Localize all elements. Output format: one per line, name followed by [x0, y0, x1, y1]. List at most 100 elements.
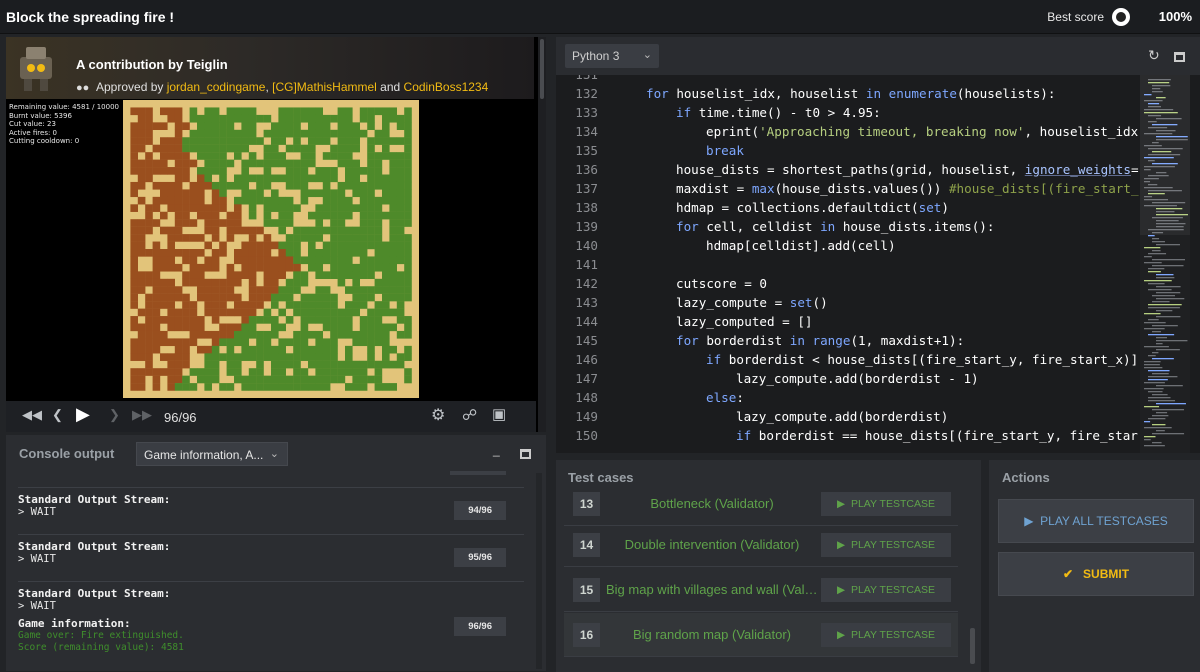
line-number: 149 — [575, 409, 598, 424]
settings-gear-icon[interactable]: ⚙ — [431, 405, 445, 425]
test-case-number: 13 — [573, 492, 600, 516]
best-score-value: 100% — [1158, 9, 1192, 24]
minimap-viewport[interactable] — [1140, 75, 1190, 235]
code-line[interactable]: 135 break — [556, 141, 1140, 160]
play-testcase-button[interactable]: ▶ PLAY TESTCASE — [821, 533, 951, 557]
test-case-name: Big random map (Validator) — [633, 627, 791, 642]
test-cases-scrollbar[interactable] — [970, 628, 975, 664]
rewind-icon[interactable]: ◀◀ — [22, 407, 42, 423]
console-entry-title: Standard Output Stream: — [18, 493, 171, 506]
console-scrollbar[interactable] — [536, 473, 542, 669]
approved-separator: and — [376, 80, 404, 94]
test-case-row[interactable]: 13 Bottleneck (Validator) ▶ PLAY TESTCAS… — [564, 482, 958, 526]
code-text: eprint('Approaching timeout, breaking no… — [706, 124, 1139, 139]
play-testcase-button[interactable]: ▶ PLAY TESTCASE — [821, 492, 951, 516]
code-line[interactable]: 148 else: — [556, 388, 1140, 407]
test-case-row[interactable]: 14 Double intervention (Validator) ▶ PLA… — [564, 523, 958, 567]
code-text: lazy_computed = [] — [676, 314, 813, 329]
step-back-icon[interactable]: ❮ — [52, 407, 63, 423]
chevron-down-icon: ⌄ — [269, 448, 279, 460]
top-bar: Block the spreading fire ! Best score 10… — [0, 0, 1200, 34]
code-line[interactable]: 140 hdmap[celldist].add(cell) — [556, 236, 1140, 255]
approver-link[interactable]: jordan_codingame — [167, 80, 266, 94]
console-entry-output: > WAIT — [18, 600, 56, 612]
play-icon[interactable]: ▶ — [76, 404, 90, 425]
code-line[interactable]: 149 lazy_compute.add(borderdist) — [556, 407, 1140, 426]
code-text: lazy_compute.add(borderdist) — [736, 409, 949, 424]
code-line[interactable]: 137 maxdist = max(house_dists.values()) #… — [556, 179, 1140, 198]
stat-cut-value: Cut value: 23 — [9, 120, 56, 128]
code-text: for cell, celldist in house_dists.items(… — [676, 219, 995, 234]
code-line[interactable]: 138 hdmap = collections.defaultdict(set) — [556, 198, 1140, 217]
console-filter-select[interactable]: Game information, A... ⌄ — [136, 442, 288, 466]
console-entry-output: > WAIT — [18, 506, 56, 518]
code-line[interactable]: 136 house_dists = shortest_paths(grid, ho… — [556, 160, 1140, 179]
stat-active-fires: Active fires: 0 — [9, 128, 58, 137]
code-text: else: — [706, 390, 744, 405]
code-line[interactable]: 134 eprint('Approaching timeout, breaking… — [556, 122, 1140, 141]
code-line[interactable]: 144 lazy_computed = [] — [556, 312, 1140, 331]
submit-button[interactable]: ✔ SUBMIT — [998, 552, 1194, 596]
code-line[interactable]: 143 lazy_compute = set() — [556, 293, 1140, 312]
step-forward-icon[interactable]: ❯ — [109, 407, 120, 423]
reset-code-icon[interactable]: ↻ — [1148, 47, 1160, 64]
code-line[interactable]: 131 — [556, 75, 1140, 84]
code-line[interactable]: 139 for cell, celldist in house_dists.ite… — [556, 217, 1140, 236]
line-number: 134 — [575, 124, 598, 139]
code-line[interactable]: 142 cutscore = 0 — [556, 274, 1140, 293]
code-line[interactable]: 150 if borderdist == house_dists[(fire_st… — [556, 426, 1140, 445]
game-information-line: Score (remaining value): 4581 — [18, 642, 184, 653]
play-testcase-label: PLAY TESTCASE — [850, 629, 935, 641]
fire-map — [123, 100, 419, 398]
code-text: cutscore = 0 — [676, 276, 767, 291]
line-number: 148 — [575, 390, 598, 405]
code-text: if borderdist == house_dists[(fire_start… — [736, 428, 1138, 443]
play-testcase-button[interactable]: ▶ PLAY TESTCASE — [821, 578, 951, 602]
line-number: 146 — [575, 352, 598, 367]
approver-link[interactable]: CodinBoss1234 — [404, 80, 489, 94]
test-case-row-selected[interactable]: 16 Big random map (Validator) ▶ PLAY TES… — [564, 613, 958, 657]
code-line[interactable]: 133 if time.time() - t0 > 4.95: — [556, 103, 1140, 122]
fast-forward-icon[interactable]: ▶▶ — [132, 407, 152, 423]
people-icon: ●● — [76, 82, 90, 94]
console-entry: Standard Output Stream: > WAIT Game info… — [18, 581, 524, 671]
play-testcase-button[interactable]: ▶ PLAY TESTCASE — [821, 623, 951, 647]
console-entry-title: Standard Output Stream: — [18, 540, 171, 553]
code-line[interactable]: 146 if borderdist < house_dists[(fire_sta… — [556, 350, 1140, 369]
console-panel: Console output Game information, A... ⌄ … — [6, 435, 546, 671]
viewer-scrollbar[interactable] — [538, 37, 546, 432]
test-case-name: Big map with villages and wall (Vali... — [606, 582, 818, 597]
code-area[interactable]: 131 132 for houselist_idx, houselist in en… — [556, 75, 1140, 453]
console-entry-partial — [18, 471, 524, 487]
stat-remaining-value: Remaining value: 4581 / 10000 — [9, 103, 119, 111]
game-viewer: A contribution by Teiglin ●● Approved by … — [6, 37, 546, 432]
code-line[interactable]: 132 for houselist_idx, houselist in enume… — [556, 84, 1140, 103]
share-icon[interactable]: ☍ — [462, 406, 477, 424]
score-pie-icon — [1112, 8, 1130, 26]
minimize-icon[interactable]: _ — [493, 443, 500, 457]
line-number: 147 — [575, 371, 598, 386]
code-line[interactable]: 145 for borderdist in range(1, maxdist+1)… — [556, 331, 1140, 350]
code-text: hdmap = collections.defaultdict(set) — [676, 200, 949, 215]
actions-label: Actions — [1002, 470, 1050, 485]
line-number: 133 — [575, 105, 598, 120]
language-select[interactable]: Python 3 ⌄ — [565, 44, 659, 68]
code-minimap[interactable] — [1140, 75, 1190, 453]
line-number: 150 — [575, 428, 598, 443]
maximize-icon[interactable] — [1174, 52, 1185, 62]
code-line[interactable]: 141 — [556, 255, 1140, 274]
play-all-testcases-button[interactable]: ▶ PLAY ALL TESTCASES — [998, 499, 1194, 543]
maximize-icon[interactable] — [520, 449, 531, 459]
console-entry: Standard Output Stream: > WAIT 95/96 — [18, 534, 524, 581]
puzzle-title: Block the spreading fire ! — [6, 9, 175, 25]
code-text: for houselist_idx, houselist in enumerat… — [646, 86, 1056, 101]
fullscreen-icon[interactable]: ▣ — [492, 405, 506, 423]
line-number: 135 — [575, 143, 598, 158]
console-label: Console output — [19, 446, 115, 461]
code-line[interactable]: 147 lazy_compute.add(borderdist - 1) — [556, 369, 1140, 388]
test-case-row[interactable]: 15 Big map with villages and wall (Vali.… — [564, 568, 958, 612]
test-cases-panel: Test cases 13 Bottleneck (Validator) ▶ P… — [556, 460, 981, 672]
approver-link[interactable]: [CG]MathisHammel — [272, 80, 377, 94]
line-number: 144 — [575, 314, 598, 329]
code-text: lazy_compute = set() — [676, 295, 828, 310]
